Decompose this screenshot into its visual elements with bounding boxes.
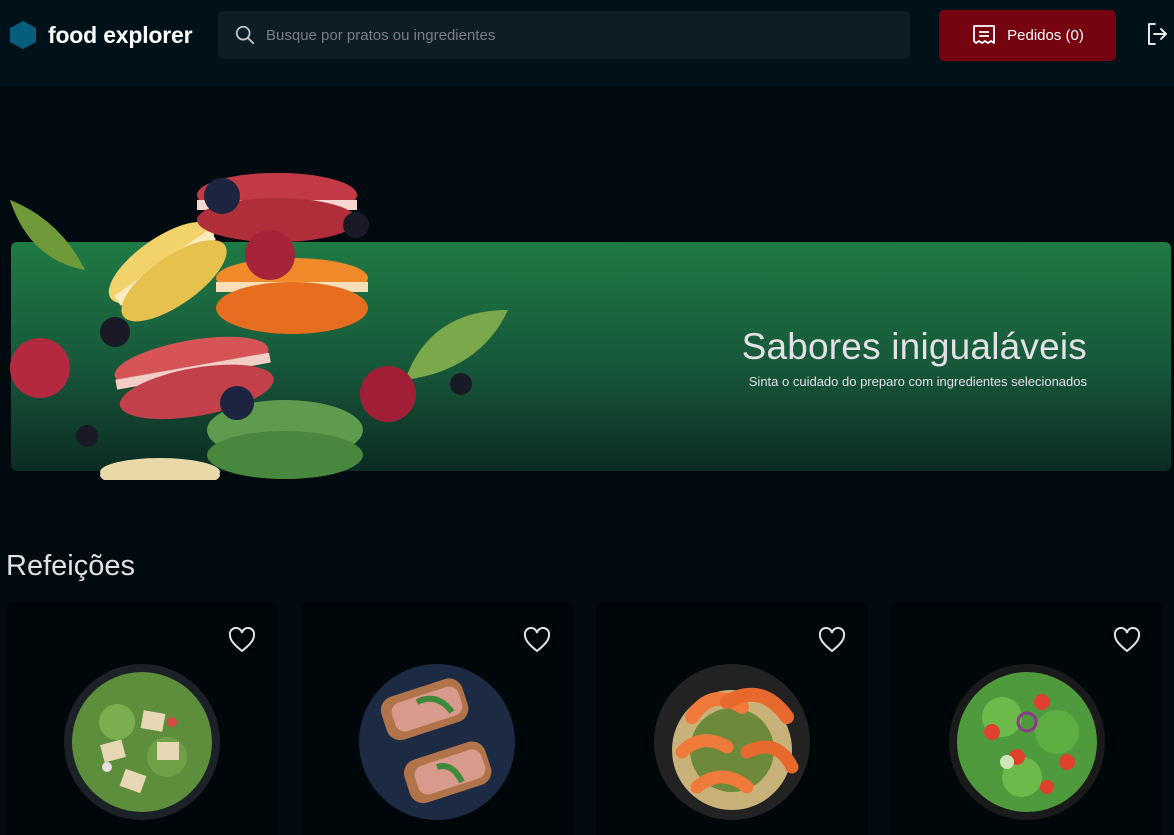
orders-label: Pedidos (0) [1007, 27, 1084, 44]
brand-name: food explorer [48, 21, 193, 48]
hexagon-logo-icon [10, 21, 36, 49]
sign-out-icon [1148, 23, 1167, 45]
dish-image[interactable] [62, 662, 222, 822]
orders-button[interactable]: Pedidos (0) [939, 10, 1116, 61]
brand-logo[interactable]: food explorer [10, 21, 193, 49]
dish-card[interactable] [301, 602, 573, 835]
dish-image[interactable] [947, 662, 1107, 822]
dish-image[interactable] [652, 662, 812, 822]
search-bar[interactable] [218, 11, 910, 59]
receipt-icon [973, 24, 996, 44]
heart-icon[interactable] [1113, 627, 1141, 653]
banner-text: Sabores inigualáveis Sinta o cuidado do … [742, 326, 1087, 389]
search-input[interactable] [266, 26, 866, 44]
heart-icon[interactable] [523, 627, 551, 653]
dish-image[interactable] [357, 662, 517, 822]
dish-card[interactable] [6, 602, 278, 835]
dish-card[interactable] [596, 602, 868, 835]
heart-icon[interactable] [818, 627, 846, 653]
hero-banner: Sabores inigualáveis Sinta o cuidado do … [11, 242, 1171, 471]
banner-subtitle: Sinta o cuidado do preparo com ingredien… [748, 374, 1087, 389]
search-icon [235, 25, 255, 45]
heart-icon[interactable] [228, 627, 256, 653]
top-header: food explorer Pedidos (0) [0, 0, 1174, 86]
logout-button[interactable] [1146, 22, 1168, 51]
banner-title: Sabores inigualáveis [741, 326, 1087, 367]
section-title: Refeições [6, 550, 135, 582]
dish-card[interactable] [891, 602, 1163, 835]
